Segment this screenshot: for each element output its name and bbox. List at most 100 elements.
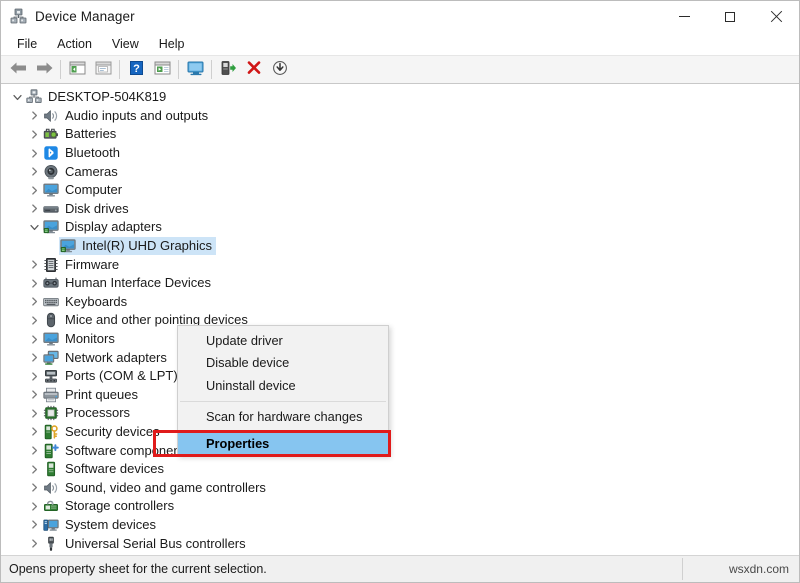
tree-node-content[interactable]: Network adapters [42, 349, 171, 367]
context-menu-item-update-driver[interactable]: Update driver [178, 329, 388, 352]
menu-view[interactable]: View [102, 34, 149, 54]
chevron-down-icon[interactable] [9, 89, 25, 105]
tree-node-content[interactable]: Processors [42, 404, 134, 422]
chevron-right-icon[interactable] [26, 517, 42, 533]
chevron-right-icon[interactable] [26, 312, 42, 328]
tree-node-content[interactable]: Computer [42, 181, 126, 199]
tree-node[interactable]: System devices [1, 516, 799, 535]
update-driver-button[interactable] [215, 58, 241, 82]
chevron-right-icon[interactable] [26, 443, 42, 459]
tree-node[interactable]: Firmware [1, 255, 799, 274]
menu-action[interactable]: Action [47, 34, 102, 54]
tree-node-content[interactable]: Human Interface Devices [42, 274, 215, 292]
tree-node[interactable]: Universal Serial Bus controllers [1, 534, 799, 553]
tree-node-content[interactable]: Print queues [42, 386, 142, 404]
tree-node-content[interactable]: Audio inputs and outputs [42, 107, 212, 125]
chevron-right-icon[interactable] [26, 461, 42, 477]
uninstall-device-button[interactable] [241, 58, 267, 82]
tree-node-content[interactable]: Software components [42, 442, 195, 460]
minimize-button[interactable] [661, 1, 707, 32]
chevron-right-icon[interactable] [26, 480, 42, 496]
tree-node[interactable]: Software components [1, 441, 799, 460]
scan-for-hardware-changes-button[interactable] [182, 58, 208, 82]
tree-node[interactable]: Batteries [1, 125, 799, 144]
context-menu-item-properties[interactable]: Properties [178, 432, 388, 455]
context-menu-item-uninstall-device[interactable]: Uninstall device [178, 374, 388, 397]
software-component-icon [43, 443, 59, 459]
tree-node-content[interactable]: Storage controllers [42, 497, 178, 515]
tree-node-content[interactable]: Software devices [42, 460, 168, 478]
maximize-button[interactable] [707, 1, 753, 32]
tree-node-content[interactable]: System devices [42, 516, 160, 534]
tree-node-content[interactable]: Display adapters [42, 218, 166, 236]
tree-node-content[interactable]: Ports (COM & LPT) [42, 367, 182, 385]
chevron-right-icon[interactable] [26, 331, 42, 347]
tree-node[interactable]: Computer [1, 181, 799, 200]
chevron-right-icon[interactable] [26, 498, 42, 514]
context-menu-item-scan-for-hardware-changes[interactable]: Scan for hardware changes [178, 406, 388, 429]
properties-button[interactable] [90, 58, 116, 82]
tree-node[interactable]: Cameras [1, 162, 799, 181]
tree-node-label: Print queues [65, 387, 138, 403]
tree-node[interactable]: Storage controllers [1, 497, 799, 516]
chevron-right-icon[interactable] [26, 182, 42, 198]
tree-node-content[interactable]: Monitors [42, 330, 119, 348]
tree-node-content[interactable]: Batteries [42, 125, 120, 143]
menu-help[interactable]: Help [149, 34, 195, 54]
chevron-right-icon[interactable] [26, 387, 42, 403]
chevron-right-icon[interactable] [26, 424, 42, 440]
close-button[interactable] [753, 1, 799, 32]
chevron-right-icon[interactable] [26, 201, 42, 217]
tree-node[interactable]: Audio inputs and outputs [1, 107, 799, 126]
tree-node[interactable]: Print queues [1, 386, 799, 405]
tree-node-content[interactable]: Universal Serial Bus controllers [42, 535, 250, 553]
chevron-right-icon[interactable] [26, 368, 42, 384]
tree-node[interactable]: Ports (COM & LPT) [1, 367, 799, 386]
tree-node-content[interactable]: DESKTOP-504K819 [25, 88, 170, 106]
chevron-right-icon[interactable] [26, 405, 42, 421]
tree-node[interactable]: Disk drives [1, 200, 799, 219]
tree-node-content[interactable]: Keyboards [42, 293, 131, 311]
tree-node[interactable]: Human Interface Devices [1, 274, 799, 293]
chevron-right-icon[interactable] [26, 275, 42, 291]
menu-file[interactable]: File [7, 34, 47, 54]
tree-node[interactable]: Intel(R) UHD Graphics [1, 237, 799, 256]
redx-icon [246, 60, 262, 79]
chevron-right-icon[interactable] [26, 257, 42, 273]
chevron-right-icon[interactable] [26, 145, 42, 161]
context-menu-item-disable-device[interactable]: Disable device [178, 352, 388, 375]
tree-node-content[interactable]: Firmware [42, 256, 123, 274]
back-button[interactable] [5, 58, 31, 82]
tree-node[interactable]: DESKTOP-504K819 [1, 88, 799, 107]
watermark: wsxdn.com [729, 562, 789, 576]
tree-node-content[interactable]: Sound, video and game controllers [42, 479, 270, 497]
disable-device-button[interactable] [267, 58, 293, 82]
chevron-right-icon[interactable] [26, 350, 42, 366]
tree-node[interactable]: Security devices [1, 423, 799, 442]
chevron-right-icon[interactable] [26, 108, 42, 124]
show-hide-console-tree-button[interactable] [64, 58, 90, 82]
tree-node[interactable]: Network adapters [1, 348, 799, 367]
chevron-down-icon[interactable] [26, 219, 42, 235]
forward-button[interactable] [31, 58, 57, 82]
tree-node[interactable]: Keyboards [1, 293, 799, 312]
chevron-right-icon[interactable] [26, 294, 42, 310]
tree-node[interactable]: Software devices [1, 460, 799, 479]
help-button[interactable]: ? [123, 58, 149, 82]
tree-node-content[interactable]: Cameras [42, 163, 122, 181]
chevron-right-icon[interactable] [26, 536, 42, 552]
chevron-right-icon[interactable] [26, 126, 42, 142]
tree-node[interactable]: Monitors [1, 330, 799, 349]
tree-node[interactable]: Display adapters [1, 218, 799, 237]
tree-node[interactable]: Mice and other pointing devices [1, 311, 799, 330]
tree-node-content[interactable]: Intel(R) UHD Graphics [59, 237, 216, 255]
scan-play-button[interactable] [149, 58, 175, 82]
chevron-right-icon[interactable] [26, 164, 42, 180]
tree-node[interactable]: Processors [1, 404, 799, 423]
tree-node-content[interactable]: Security devices [42, 423, 164, 441]
tree-node-content[interactable]: Disk drives [42, 200, 133, 218]
tree-node[interactable]: Sound, video and game controllers [1, 478, 799, 497]
tree-node-content[interactable]: Bluetooth [42, 144, 124, 162]
tree-node[interactable]: Bluetooth [1, 144, 799, 163]
printer-icon [43, 387, 59, 403]
